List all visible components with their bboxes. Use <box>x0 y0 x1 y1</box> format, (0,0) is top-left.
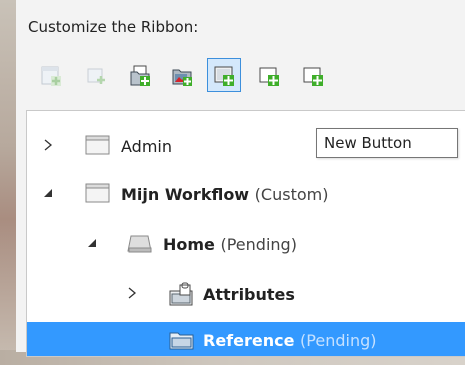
tree-item-label: Mijn Workflow (Custom) <box>121 185 329 204</box>
collapse-arrow-icon[interactable] <box>85 236 99 250</box>
tree-item-attributes[interactable]: Attributes <box>27 276 465 312</box>
tree-item-label: Admin <box>121 137 172 156</box>
ribbon-toolbar <box>34 54 465 98</box>
folder-icon <box>169 332 194 350</box>
new-group-icon <box>87 68 105 84</box>
tree-item-label: Reference (Pending) <box>203 331 377 350</box>
new-category-button[interactable] <box>123 58 157 92</box>
tab-icon <box>127 235 152 253</box>
customize-ribbon-panel: Customize the Ribbon: Admin Mijn Workflo… <box>16 0 465 357</box>
tab-icon <box>85 135 110 155</box>
new-button-icon <box>214 66 234 86</box>
new-dropdown-button[interactable] <box>252 58 286 92</box>
tree-item-reference[interactable]: Reference (Pending) <box>27 322 465 356</box>
collapse-arrow-icon[interactable] <box>41 186 55 200</box>
tree-item-mijn-workflow[interactable]: Mijn Workflow (Custom) <box>27 176 465 212</box>
new-toggle-button[interactable] <box>296 58 330 92</box>
new-toggle-icon <box>303 67 323 86</box>
tree-item-home[interactable]: Home (Pending) <box>27 226 465 262</box>
new-button-tooltip: New Button <box>316 128 458 158</box>
new-category-icon <box>130 65 150 86</box>
new-tab-button[interactable] <box>34 58 68 92</box>
new-tab-icon <box>41 66 61 86</box>
new-item-button[interactable] <box>165 58 199 92</box>
expand-arrow-icon[interactable] <box>125 286 139 300</box>
new-item-icon <box>172 69 192 86</box>
new-dropdown-icon <box>259 67 279 86</box>
expand-arrow-icon[interactable] <box>41 138 55 152</box>
panel-title: Customize the Ribbon: <box>28 18 199 36</box>
tree-item-label: Attributes <box>203 285 295 304</box>
tab-icon <box>85 183 110 203</box>
new-button-button[interactable] <box>207 58 241 92</box>
new-group-button[interactable] <box>79 58 113 92</box>
attributes-group-icon <box>169 282 193 306</box>
tree-item-label: Home (Pending) <box>163 235 297 254</box>
